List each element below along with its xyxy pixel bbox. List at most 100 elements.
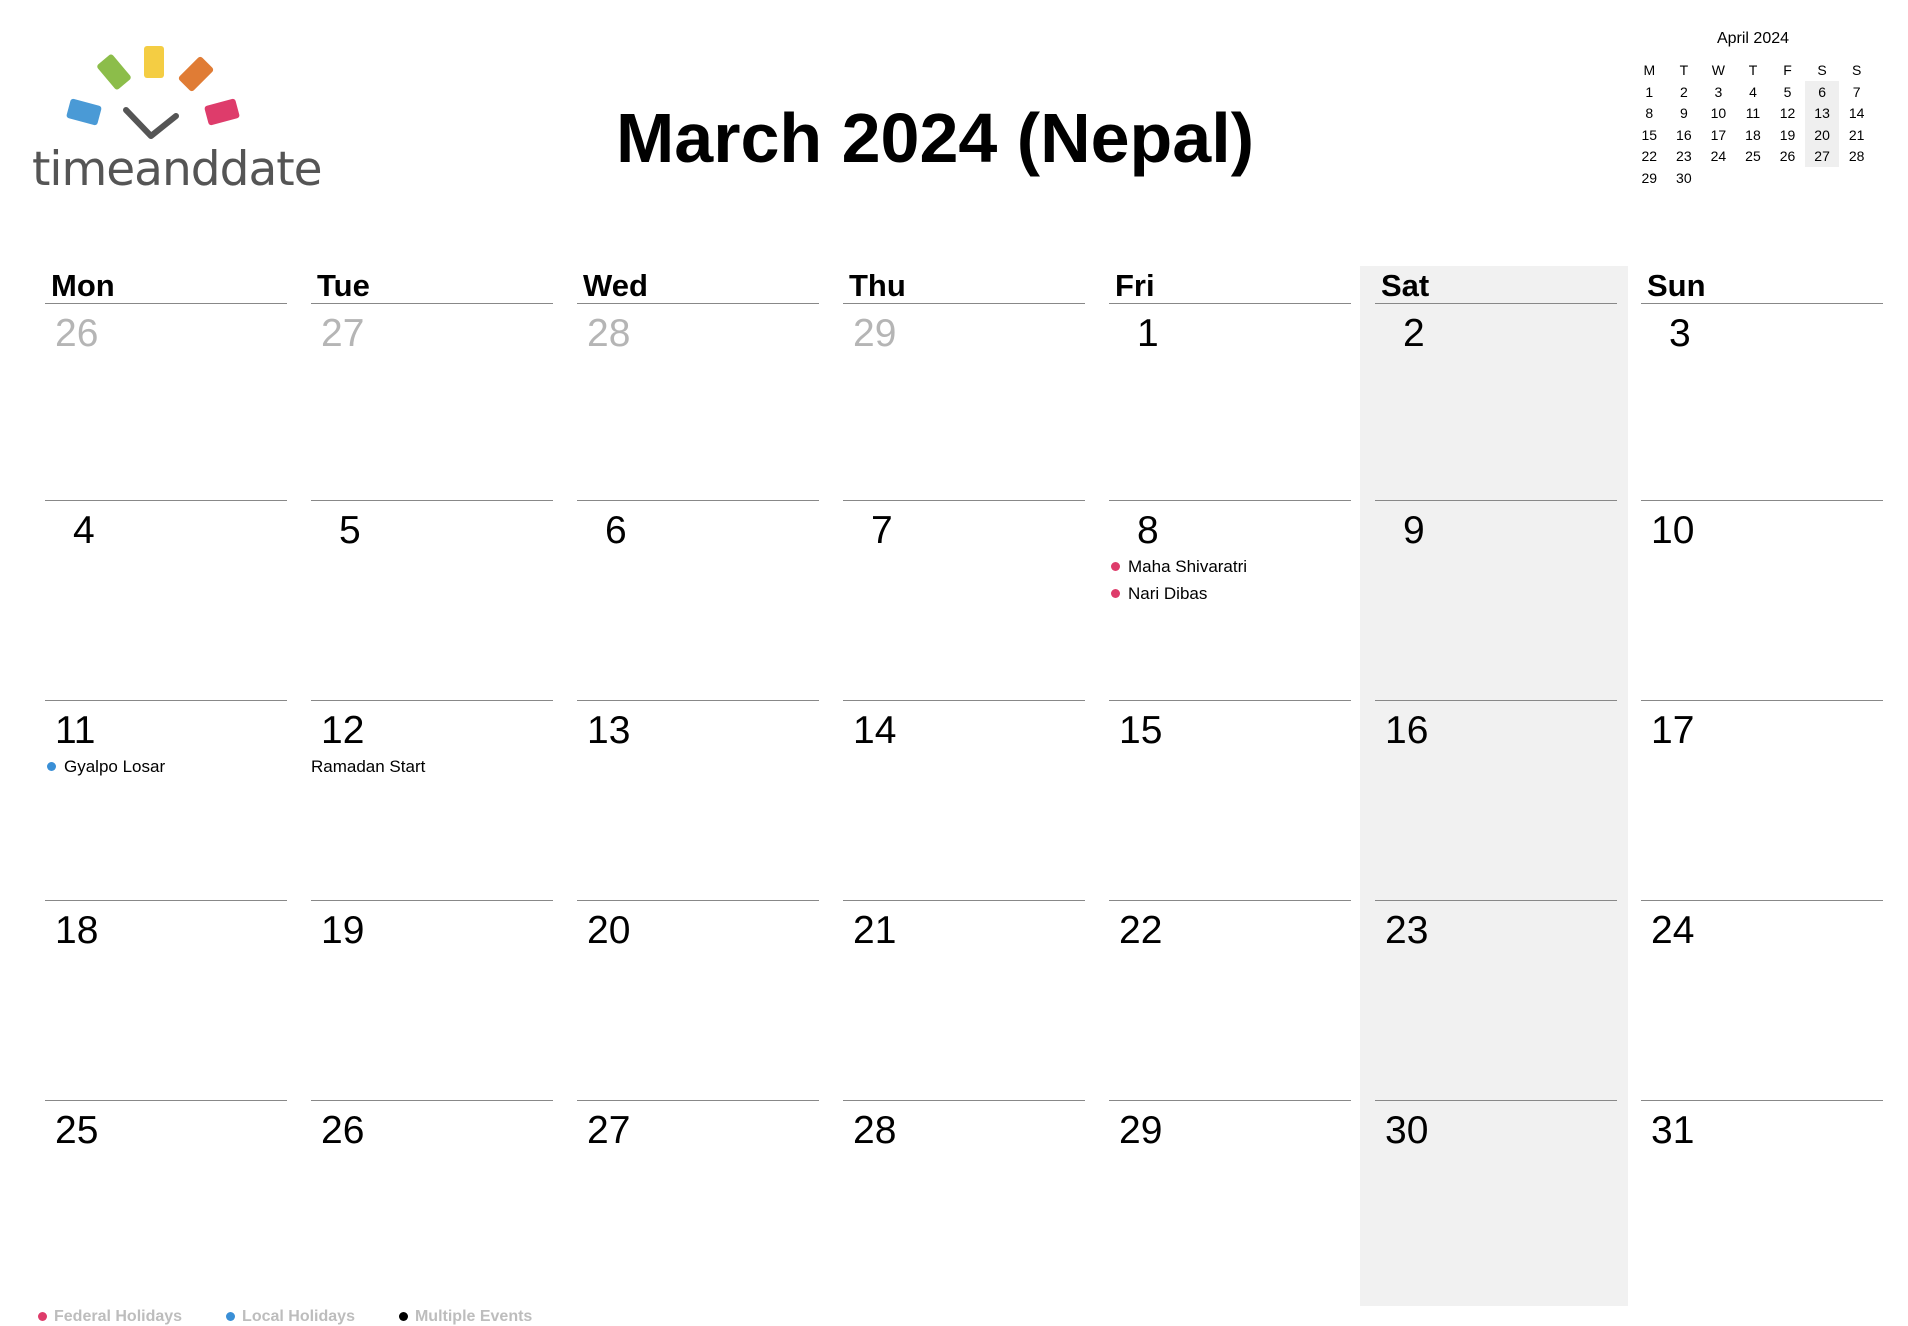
mini-weekday: T bbox=[1748, 61, 1758, 78]
day-cell: 27 bbox=[577, 1100, 819, 1300]
day-cell: 2 bbox=[1375, 304, 1617, 504]
mini-calendar-table: MTWTFSS 1 2 3 4 5 6 7 8 9 10 11 12 13 14 15 16 17 18 19 20 2… bbox=[1632, 58, 1874, 189]
event-label: Ramadan Start bbox=[311, 757, 426, 776]
day-number: 23 bbox=[1385, 909, 1429, 952]
local-legend-dot-icon bbox=[226, 1312, 236, 1321]
event-list: Maha Shivaratri Nari Dibas bbox=[1109, 553, 1349, 607]
federal-holiday-dot-icon bbox=[1111, 562, 1120, 571]
mini-day: 21 bbox=[1848, 126, 1865, 143]
day-number: 27 bbox=[321, 312, 365, 355]
weekday-header-thu: Thu bbox=[843, 266, 1085, 304]
mini-week-row: 22 23 24 25 26 27 28 bbox=[1632, 145, 1874, 167]
mini-day: 7 bbox=[1852, 83, 1861, 100]
day-number: 5 bbox=[339, 509, 361, 552]
day-cell: 1 bbox=[1109, 304, 1351, 504]
mini-day: 14 bbox=[1848, 105, 1865, 122]
day-number: 9 bbox=[1403, 509, 1425, 552]
mini-calendar-title: April 2024 bbox=[1716, 30, 1790, 47]
mini-day: 26 bbox=[1779, 148, 1796, 165]
mini-day: 4 bbox=[1749, 83, 1757, 100]
event-item: Maha Shivaratri bbox=[1109, 553, 1349, 580]
day-number: 16 bbox=[1385, 709, 1429, 752]
legend: Federal Holidays Local Holidays Multiple E… bbox=[38, 1308, 576, 1326]
day-cell: 17 bbox=[1641, 700, 1883, 900]
weekday-header-sat: Sat bbox=[1375, 266, 1617, 304]
logo-yellow-tile bbox=[144, 46, 164, 78]
day-number: 29 bbox=[1119, 1109, 1163, 1152]
day-cell: 26 bbox=[311, 1100, 553, 1300]
mini-day: 6 bbox=[1804, 81, 1840, 103]
day-number: 15 bbox=[1119, 709, 1163, 752]
day-number: 27 bbox=[587, 1109, 631, 1152]
mini-day: 16 bbox=[1676, 126, 1692, 143]
day-number: 28 bbox=[853, 1109, 897, 1152]
mini-weekday: S bbox=[1817, 61, 1827, 78]
day-cell: 25 bbox=[45, 1100, 287, 1300]
day-cell: 15 bbox=[1109, 700, 1351, 900]
month-calendar-grid: Mon Tue Wed Thu Fri Sat Sun 26 27 28 29 1 2 3 4 5 6 7 8 Mah… bbox=[45, 266, 1890, 1306]
day-cell: 23 bbox=[1375, 900, 1617, 1100]
mini-day: 11 bbox=[1745, 105, 1761, 122]
mini-day bbox=[1701, 167, 1736, 189]
day-number: 12 bbox=[321, 709, 365, 752]
mini-weekday: S bbox=[1852, 61, 1862, 78]
day-cell: 10 bbox=[1641, 500, 1883, 700]
mini-day: 2 bbox=[1679, 83, 1688, 100]
day-cell: 28 bbox=[843, 1100, 1085, 1300]
day-cell: 31 bbox=[1641, 1100, 1883, 1300]
weekday-header-wed: Wed bbox=[577, 266, 819, 304]
mini-day: 9 bbox=[1679, 105, 1688, 122]
mini-day bbox=[1770, 167, 1805, 189]
day-number: 21 bbox=[853, 909, 897, 952]
mini-day: 18 bbox=[1745, 126, 1761, 143]
mini-day: 17 bbox=[1710, 126, 1727, 143]
mini-day: 5 bbox=[1783, 83, 1792, 100]
day-number: 28 bbox=[587, 312, 631, 355]
mini-day bbox=[1736, 167, 1771, 189]
mini-day: 28 bbox=[1848, 148, 1865, 165]
mini-day: 15 bbox=[1641, 126, 1658, 143]
day-cell: 12 Ramadan Start bbox=[311, 700, 553, 900]
day-cell: 3 bbox=[1641, 304, 1883, 504]
day-number: 25 bbox=[55, 1109, 99, 1152]
mini-weekday: F bbox=[1783, 61, 1792, 78]
day-cell: 7 bbox=[843, 500, 1085, 700]
day-cell: 29 bbox=[843, 304, 1085, 504]
day-number: 14 bbox=[853, 709, 897, 752]
day-cell: 16 bbox=[1375, 700, 1617, 900]
event-label: Maha Shivaratri bbox=[1128, 557, 1248, 576]
day-number: 17 bbox=[1651, 709, 1695, 752]
legend-item-multiple: Multiple Events bbox=[398, 1308, 533, 1325]
mini-day: 3 bbox=[1714, 83, 1723, 100]
day-cell: 4 bbox=[45, 500, 287, 700]
day-cell: 19 bbox=[311, 900, 553, 1100]
mini-calendar-body: 1 2 3 4 5 6 7 8 9 10 11 12 13 14 15 16 17 18 19 20 21 22 23 24 2… bbox=[1632, 81, 1874, 189]
event-list: Gyalpo Losar bbox=[45, 753, 285, 780]
logo-green-tile bbox=[97, 54, 131, 90]
day-number: 30 bbox=[1385, 1109, 1429, 1152]
legend-item-local: Local Holidays bbox=[226, 1308, 355, 1325]
day-cell: 28 bbox=[577, 304, 819, 504]
mini-day: 12 bbox=[1779, 105, 1796, 122]
mini-day: 30 bbox=[1676, 169, 1692, 186]
federal-legend-dot-icon bbox=[38, 1312, 47, 1321]
mini-day: 23 bbox=[1676, 148, 1692, 165]
mini-week-row: 15 16 17 18 19 20 21 bbox=[1632, 124, 1874, 146]
day-number: 3 bbox=[1669, 312, 1691, 355]
day-cell: 11 Gyalpo Losar bbox=[45, 700, 287, 900]
multiple-legend-dot-icon bbox=[398, 1312, 408, 1321]
local-holiday-dot-icon bbox=[47, 762, 56, 771]
day-number: 26 bbox=[55, 312, 99, 355]
mini-day: 1 bbox=[1645, 83, 1654, 100]
day-number: 24 bbox=[1651, 909, 1695, 952]
day-number: 7 bbox=[871, 509, 893, 552]
mini-day: 22 bbox=[1641, 148, 1658, 165]
event-list: Ramadan Start bbox=[311, 753, 551, 780]
federal-holiday-dot-icon bbox=[1111, 589, 1120, 598]
day-number: 18 bbox=[55, 909, 99, 952]
legend-label: Multiple Events bbox=[414, 1308, 533, 1325]
weekday-header-sun: Sun bbox=[1641, 266, 1883, 304]
day-cell: 29 bbox=[1109, 1100, 1351, 1300]
event-item: Nari Dibas bbox=[1109, 580, 1349, 607]
mini-calendar-weekdays: MTWTFSS bbox=[1632, 58, 1874, 81]
